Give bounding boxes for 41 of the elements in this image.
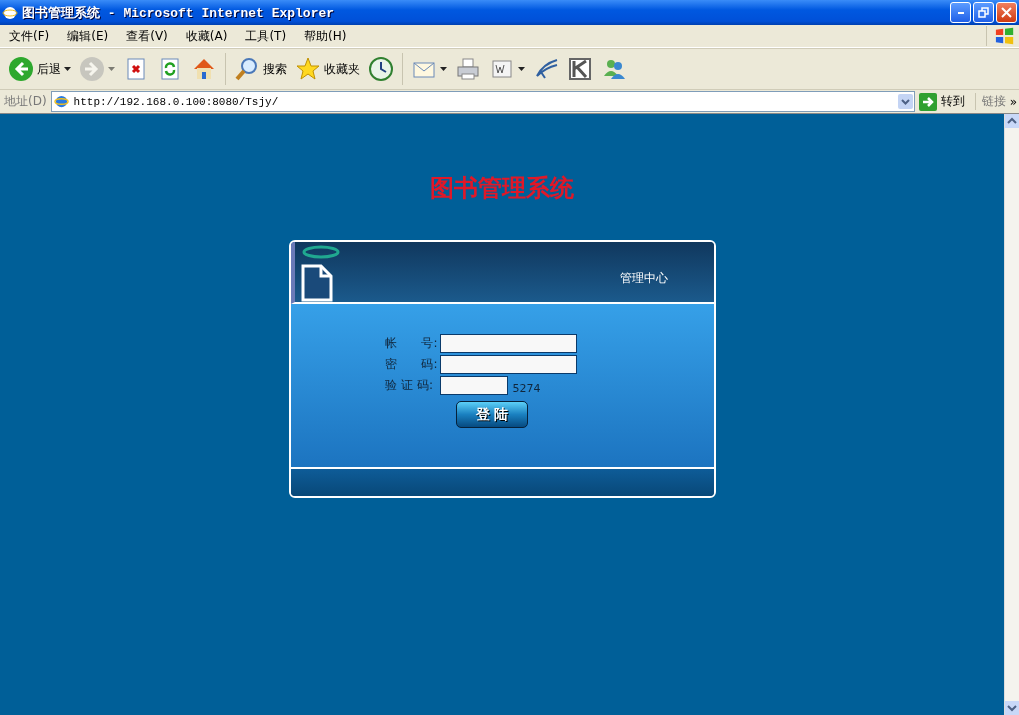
toolbar-button[interactable]: 收藏夹 — [293, 54, 362, 84]
scrollbar[interactable] — [1004, 114, 1019, 715]
restore-icon — [977, 6, 990, 19]
star-icon — [295, 56, 321, 82]
field-label: 验 证 码: — [385, 377, 435, 394]
url-text: http://192.168.0.100:8080/Tsjy/ — [73, 95, 280, 108]
minimize-icon — [957, 11, 964, 14]
panel-title: 管理中心 — [619, 270, 668, 287]
menu-item[interactable]: 工具(T) — [236, 27, 296, 45]
toolbar-button[interactable] — [366, 54, 396, 84]
magnifier-icon — [234, 56, 260, 82]
window-title: 图书管理系统 - Microsoft Internet Explorer — [22, 4, 336, 22]
menu-item[interactable]: 文件(F) — [0, 27, 59, 45]
toolbar-button[interactable]: 搜索 — [232, 54, 289, 84]
field-label: 帐 号: — [385, 335, 438, 352]
toolbar-button[interactable]: 后退 — [6, 54, 73, 84]
clock-icon — [368, 56, 394, 82]
minimize-button[interactable] — [950, 2, 971, 23]
menu-item[interactable]: 编辑(E) — [58, 27, 118, 45]
captcha-code: 5274 — [512, 382, 541, 395]
ie-logo-icon — [2, 4, 18, 21]
ie-page-icon — [53, 94, 69, 109]
printer-icon — [455, 56, 481, 82]
menu-item[interactable]: 收藏(A) — [176, 27, 237, 45]
address-label: 地址(D) — [4, 93, 47, 110]
close-button[interactable] — [996, 2, 1017, 23]
account-field[interactable] — [439, 334, 577, 353]
restore-button[interactable] — [973, 2, 994, 23]
k-box-icon — [567, 56, 593, 82]
menu-item[interactable]: 帮助(H) — [295, 27, 356, 45]
go-button[interactable]: 转到 — [918, 92, 971, 111]
links-label[interactable]: 链接 — [974, 93, 1006, 110]
captcha-field[interactable] — [439, 376, 508, 395]
close-icon — [1000, 6, 1013, 19]
password-field[interactable] — [439, 355, 577, 374]
more-links-chevron[interactable]: » — [1009, 94, 1019, 109]
page-heading: 图书管理系统 — [430, 172, 574, 204]
menu-item[interactable]: 查看(V) — [117, 27, 177, 45]
login-button[interactable]: 登 陆 — [456, 401, 528, 428]
address-field[interactable]: http://192.168.0.100:8080/Tsjy/ — [50, 91, 915, 112]
field-label: 密 码: — [385, 356, 438, 373]
